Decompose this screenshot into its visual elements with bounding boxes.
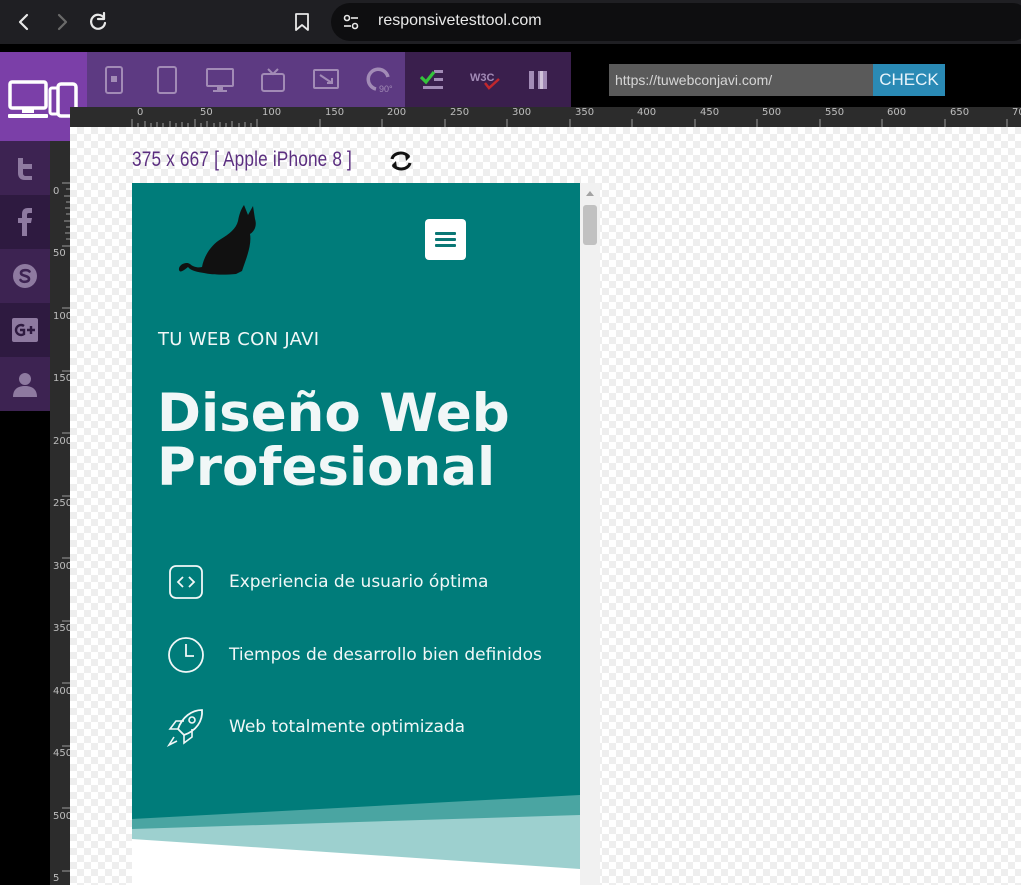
ruler-h-label: 70: [1012, 107, 1021, 118]
code-icon: [169, 565, 203, 599]
ruler-v-label: 300: [53, 561, 70, 572]
ruler-h-label: 350: [575, 107, 595, 118]
ruler-v-label: 5: [53, 873, 60, 884]
twitter-share-button[interactable]: [0, 141, 50, 195]
ruler-v-label: 400: [53, 686, 70, 697]
feature-text: Experiencia de usuario óptima: [229, 572, 489, 592]
profile-button[interactable]: [0, 357, 50, 411]
feature-text: Tiempos de desarrollo bien definidos: [229, 645, 542, 665]
ruler-v-label: 200: [53, 436, 70, 447]
mobile-view-button[interactable]: [87, 52, 140, 107]
horizontal-ruler-ticks: [131, 119, 1008, 127]
ruler-v-label: 0: [53, 186, 60, 197]
ruler-h-label: 500: [762, 107, 782, 118]
ruler-v-label: 350: [53, 623, 70, 634]
facebook-share-button[interactable]: [0, 195, 50, 249]
google-plus-icon: [12, 318, 38, 342]
ruler-h-label: 550: [825, 107, 845, 118]
svg-text:90°: 90°: [379, 84, 393, 94]
reload-icon: [90, 11, 107, 30]
forward-button[interactable]: [48, 8, 76, 36]
screencast-button[interactable]: [299, 52, 352, 107]
screencast-icon: [312, 68, 339, 89]
phone-preview[interactable]: TU WEB CON JAVI Diseño Web Profesional E…: [132, 183, 580, 885]
ruler-h-label: 600: [887, 107, 907, 118]
forward-arrow-icon: [57, 13, 68, 31]
ruler-h-label: 150: [325, 107, 345, 118]
ruler-v-label: 100: [53, 311, 70, 322]
tablet-view-button[interactable]: [140, 52, 193, 107]
ruler-h-label: 650: [950, 107, 970, 118]
browser-chrome: responsivetesttool.com: [0, 0, 1021, 44]
facebook-icon: [18, 208, 32, 236]
menu-line: [435, 238, 456, 241]
ruler-v-label: 250: [53, 498, 70, 509]
check-button[interactable]: CHECK: [873, 64, 945, 96]
skype-share-button[interactable]: [0, 249, 50, 303]
social-sidebar: [0, 141, 50, 411]
ruler-h-label: 400: [637, 107, 657, 118]
tablet-icon: [156, 65, 177, 94]
preview-scrollbar[interactable]: [580, 183, 600, 885]
scroll-thumb[interactable]: [583, 205, 597, 245]
ruler-h-label: 50: [200, 107, 213, 118]
ruler-h-label: 100: [262, 107, 282, 118]
rotate-device-icon[interactable]: [388, 148, 414, 179]
back-arrow-icon: [18, 13, 29, 31]
twitter-icon: [18, 158, 32, 180]
url-input[interactable]: [609, 64, 873, 96]
bookmarks-button[interactable]: [511, 52, 564, 107]
desktop-icon: [205, 67, 234, 92]
rotate-90-icon: 90°: [366, 67, 393, 94]
ruler-h-label: 200: [387, 107, 407, 118]
ruler-h-label: 250: [450, 107, 470, 118]
site-headline: Diseño Web Profesional: [157, 383, 510, 498]
feature-item: Experiencia de usuario óptima: [166, 562, 566, 602]
smartphone-icon: [104, 65, 123, 94]
vertical-ruler: 0 50 100 150 200 250 300 350 400 450 500…: [50, 141, 70, 885]
ruler-v-label: 50: [53, 248, 66, 259]
address-text: responsivetesttool.com: [378, 12, 542, 29]
rotate-90-button[interactable]: 90°: [352, 52, 405, 107]
clock-icon: [168, 637, 204, 673]
horizontal-ruler: 0 50 100 150 200 250 300 350 400 450 500…: [87, 107, 1021, 127]
desktop-view-button[interactable]: [193, 52, 246, 107]
ruler-h-label: 0: [137, 107, 144, 118]
validate-links-button[interactable]: [405, 52, 458, 107]
check-list-icon: [419, 69, 443, 89]
menu-line: [435, 244, 456, 247]
tv-view-button[interactable]: [246, 52, 299, 107]
hamburger-menu-button[interactable]: [425, 219, 466, 260]
bookmark-icon[interactable]: [294, 12, 310, 37]
site-kicker: TU WEB CON JAVI: [158, 329, 320, 350]
scroll-up-arrow-icon[interactable]: [586, 191, 594, 196]
book-icon: [528, 70, 547, 89]
ruler-v-label: 500: [53, 811, 70, 822]
feature-item: Tiempos de desarrollo bien definidos: [166, 635, 566, 675]
google-plus-share-button[interactable]: [0, 303, 50, 357]
ruler-h-label: 450: [700, 107, 720, 118]
menu-line: [435, 232, 456, 235]
feature-text: Web totalmente optimizada: [229, 717, 466, 737]
reload-button[interactable]: [84, 8, 112, 36]
device-size-label: 375 x 667 [ Apple iPhone 8 ]: [132, 148, 353, 171]
ruler-v-label: 150: [53, 373, 70, 384]
feature-item: Web totalmente optimizada: [166, 707, 566, 747]
user-icon: [13, 373, 37, 397]
w3c-validator-button[interactable]: W3C: [458, 52, 511, 107]
svg-text:W3C: W3C: [470, 72, 495, 84]
cat-logo-icon[interactable]: [176, 201, 266, 281]
w3c-icon: W3C: [470, 72, 500, 90]
skype-icon: [13, 264, 37, 288]
tv-icon: [260, 67, 285, 92]
bottom-wave-divider: [132, 795, 580, 885]
back-button[interactable]: [10, 8, 38, 36]
ruler-corner: [70, 107, 87, 127]
rocket-icon: [166, 709, 203, 747]
ruler-h-label: 300: [512, 107, 532, 118]
site-settings-icon[interactable]: [342, 13, 360, 36]
ruler-v-label: 450: [53, 748, 70, 759]
